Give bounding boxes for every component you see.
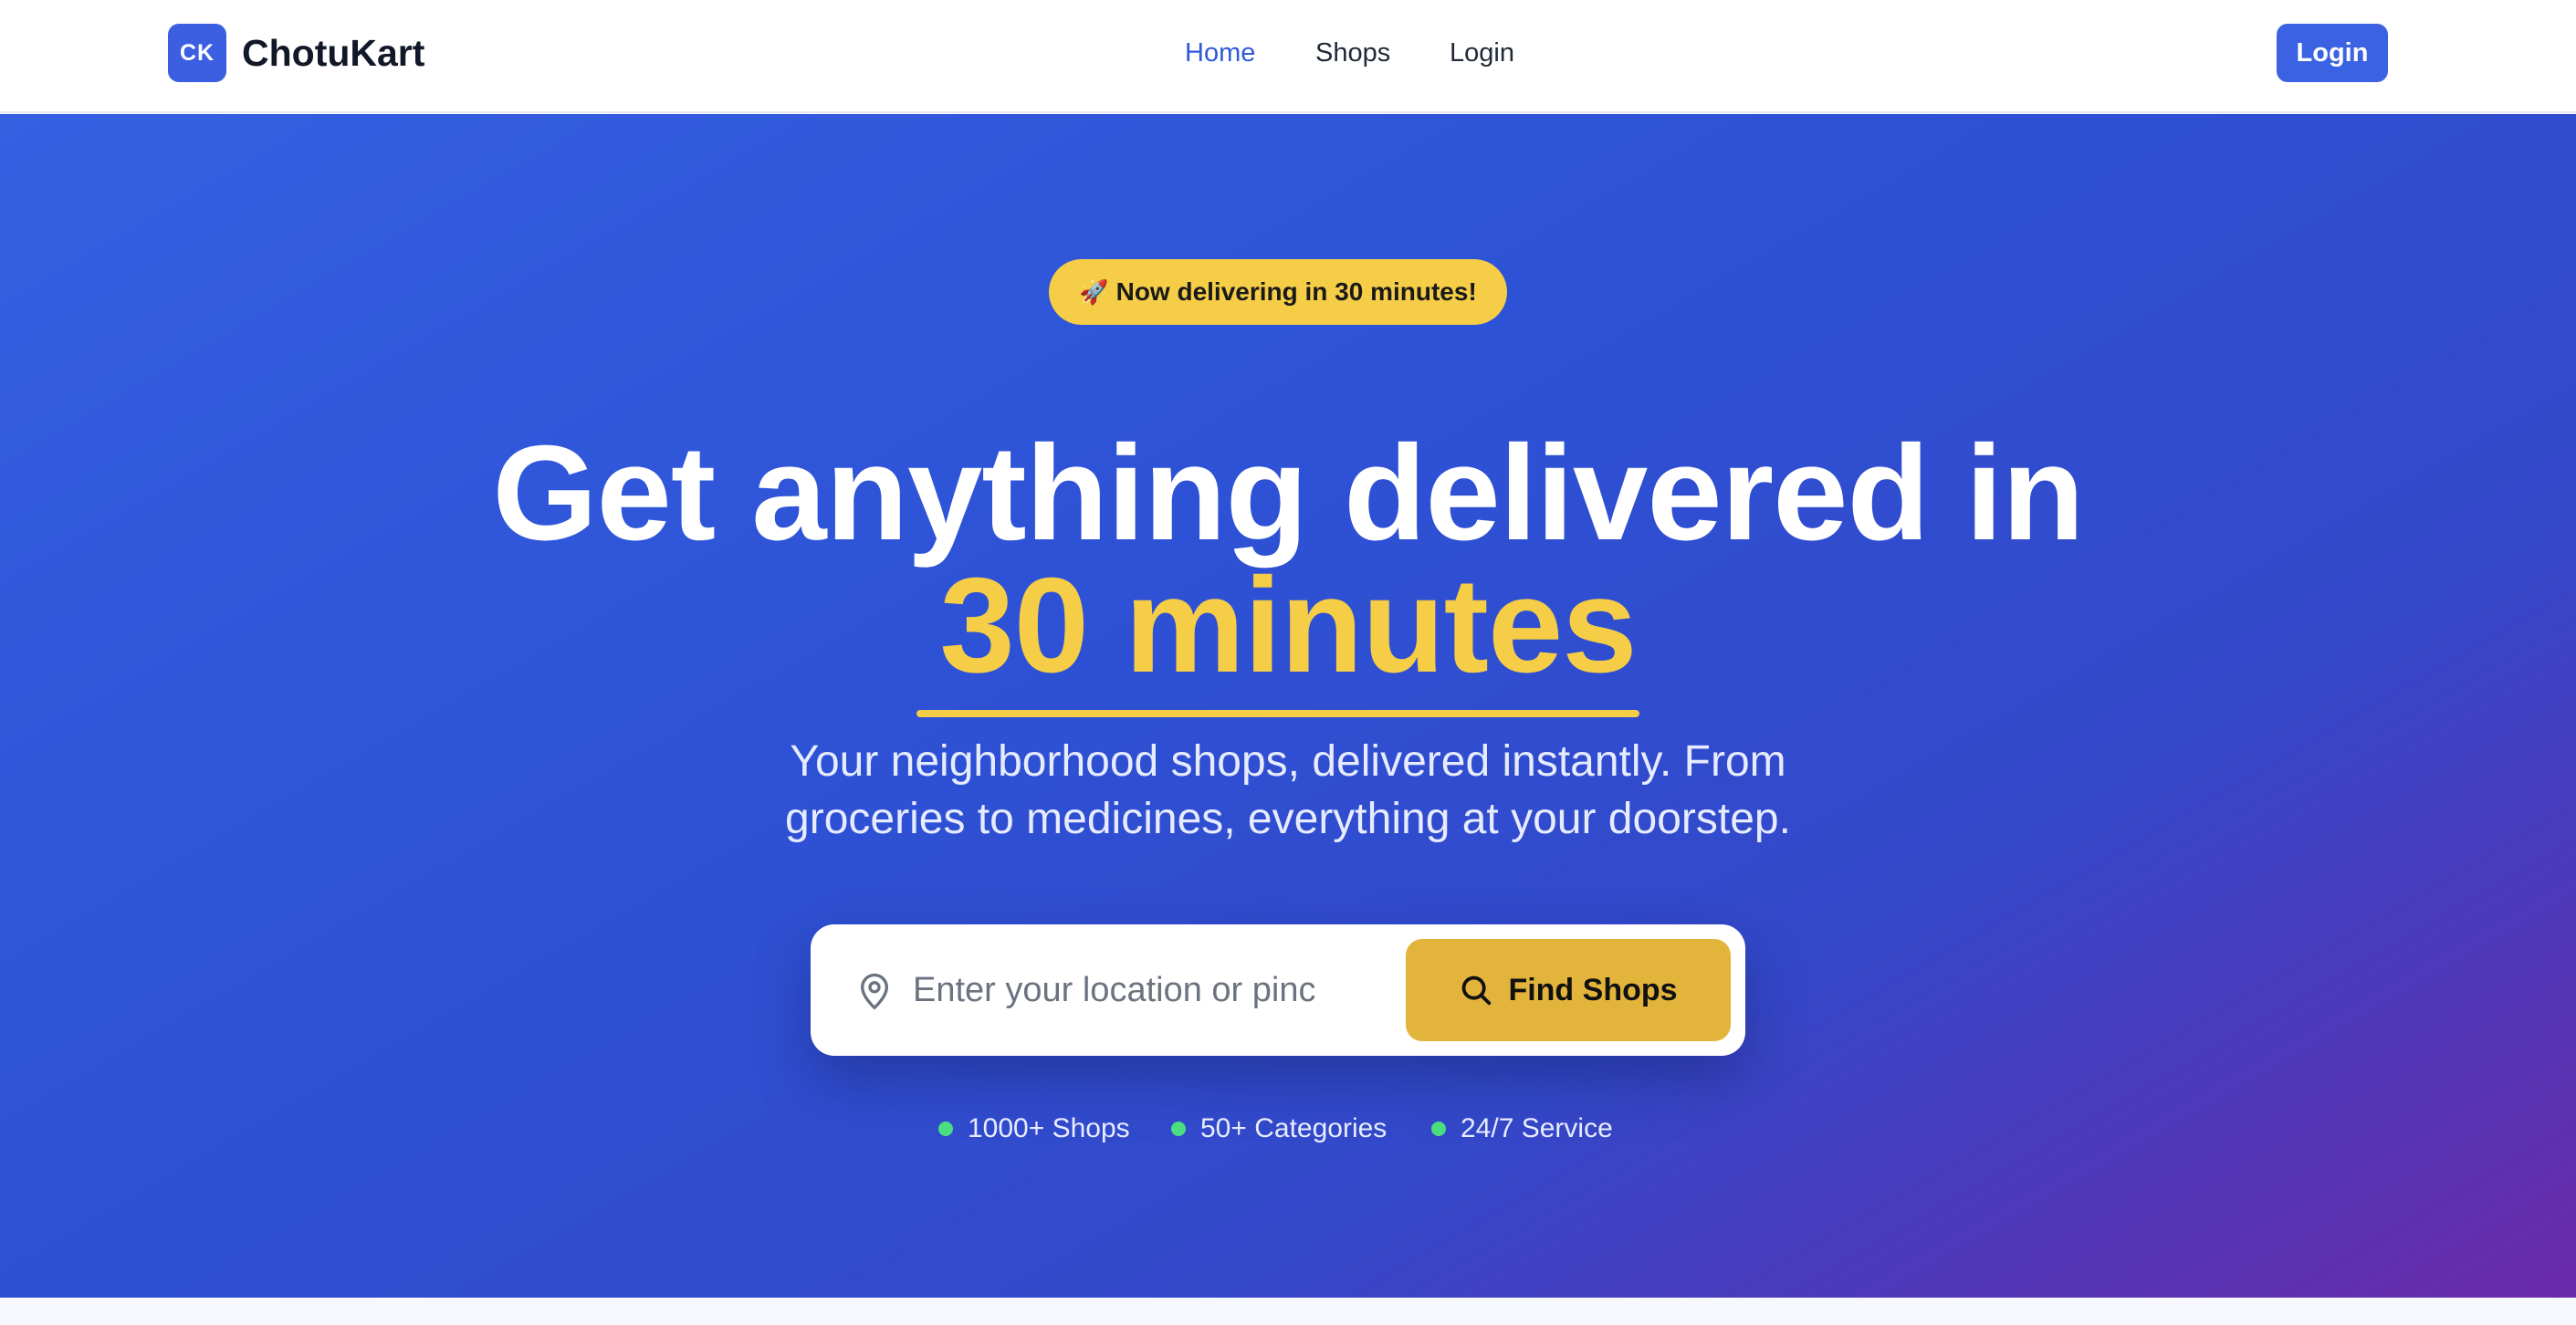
- hero-subtext-line-2: groceries to medicines, everything at yo…: [785, 795, 1791, 843]
- status-dot: [1431, 1122, 1446, 1136]
- location-input[interactable]: [913, 961, 1314, 1019]
- hero-section: 🚀 Now delivering in 30 minutes! Get anyt…: [0, 114, 2576, 1298]
- stat-label: 50+ Categories: [1200, 1113, 1387, 1143]
- stat-shops: 1000+ Shops: [938, 1111, 1130, 1147]
- brand-logo[interactable]: CK ChotuKart: [168, 24, 424, 82]
- brand-name: ChotuKart: [242, 31, 425, 74]
- map-pin-icon: [861, 973, 888, 1009]
- headline-underline: [916, 710, 1639, 717]
- search-icon: [1462, 975, 1492, 1006]
- location-search-box: Find Shops: [811, 924, 1745, 1056]
- nav-link-home[interactable]: Home: [1185, 33, 1255, 73]
- hero-subtext-line-1: Your neighborhood shops, delivered insta…: [790, 737, 1786, 786]
- delivery-badge: 🚀 Now delivering in 30 minutes!: [1049, 259, 1507, 325]
- stat-label: 24/7 Service: [1461, 1113, 1613, 1143]
- hero-headline-highlight: 30 minutes: [939, 550, 1637, 701]
- status-dot: [938, 1122, 953, 1136]
- stat-service: 24/7 Service: [1431, 1111, 1613, 1147]
- find-shops-label: Find Shops: [1508, 972, 1678, 1007]
- stat-label: 1000+ Shops: [968, 1113, 1130, 1143]
- hero-headline: Get anything delivered in: [492, 418, 2084, 569]
- stat-categories: 50+ Categories: [1171, 1111, 1387, 1147]
- find-shops-button[interactable]: Find Shops: [1406, 939, 1731, 1041]
- brand-mark: CK: [168, 24, 226, 82]
- top-navbar: CK ChotuKart Home Shops Login Login: [0, 0, 2576, 113]
- nav-link-shops[interactable]: Shops: [1315, 33, 1390, 73]
- status-dot: [1171, 1122, 1186, 1136]
- nav-link-login[interactable]: Login: [1450, 33, 1514, 73]
- rocket-icon: 🚀: [1079, 277, 1109, 306]
- next-section-edge: [0, 1298, 2576, 1325]
- delivery-badge-text: Now delivering in 30 minutes!: [1115, 277, 1477, 306]
- login-button[interactable]: Login: [2277, 24, 2388, 82]
